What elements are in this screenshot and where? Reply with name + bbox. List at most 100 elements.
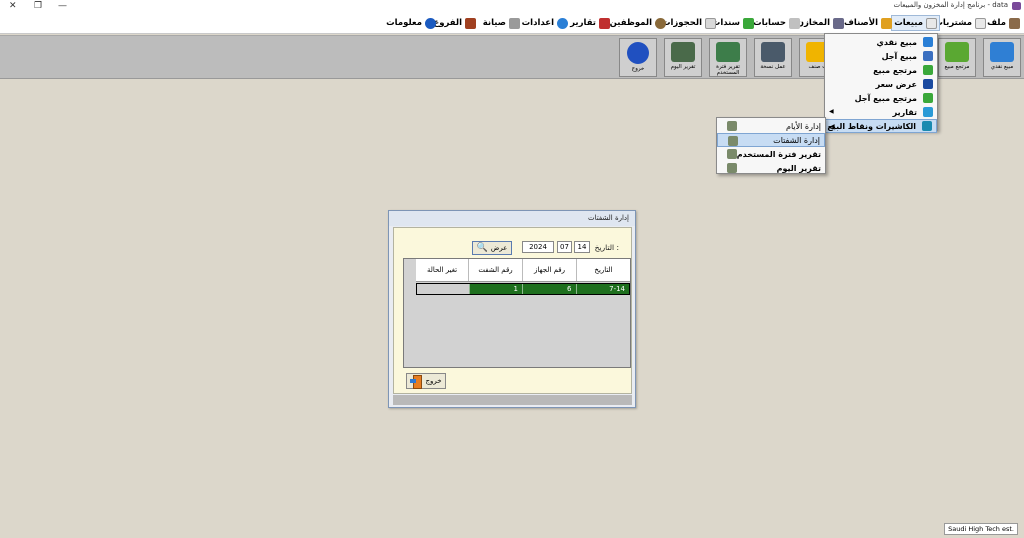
menu-accounts[interactable]: حسابات	[753, 15, 800, 31]
sales-return-icon	[923, 93, 933, 103]
menu-label: الفروع	[433, 18, 462, 28]
maintenance-icon	[509, 17, 520, 29]
menu-sales[interactable]: مبيعات	[891, 15, 940, 31]
document-icon	[975, 17, 986, 29]
menu-label: معلومات	[386, 18, 422, 28]
dialog-title: إدارة الشفتات	[389, 211, 635, 226]
minimize-button[interactable]: —	[58, 0, 67, 12]
cash-register-icon	[727, 149, 737, 159]
shift-management-dialog: إدارة الشفتات التاريخ : 14 07 2024 عرض 🔍…	[388, 210, 636, 408]
toolbar-label: مبيع نقدي	[990, 64, 1014, 70]
document-icon	[926, 17, 937, 29]
menu-item-label: تقارير	[892, 107, 917, 117]
menu-settings[interactable]: اعدادات	[522, 15, 568, 31]
lock-icon	[627, 42, 649, 64]
menu-vouchers[interactable]: سندات	[712, 15, 754, 31]
day-field[interactable]: 14	[574, 241, 590, 253]
cash-sale-toolbar-button[interactable]: مبيع نقدي	[983, 38, 1021, 77]
menu-label: الحجوزات	[661, 18, 702, 28]
close-button[interactable]: ✕	[9, 0, 17, 12]
submenu-arrow-icon: ◀	[829, 108, 834, 115]
menu-label: حسابات	[753, 18, 786, 28]
menu-label: سندات	[711, 18, 740, 28]
menu-label: اعدادات	[521, 18, 554, 28]
exit-button[interactable]: خروج	[406, 373, 446, 389]
exit-button-label: خروج	[425, 377, 442, 385]
menu-item-label: مبيع نقدي	[876, 37, 917, 47]
menu-label: مشتريات	[934, 18, 972, 28]
menu-item-cash-sale[interactable]: مبيع نقدي	[825, 35, 937, 49]
menu-item-label: إدارة الأيام	[785, 121, 821, 131]
user-period-report-toolbar-button[interactable]: تقرير فترة المستخدم	[709, 38, 747, 77]
toolbar-label: مرتجع مبيع	[944, 64, 970, 70]
daily-report-toolbar-button[interactable]: تقرير اليوم	[664, 38, 702, 77]
show-button-label: عرض	[490, 244, 508, 252]
menu-file[interactable]: ملف	[987, 15, 1020, 31]
cell-date: 7-14	[575, 284, 630, 294]
sales-return-toolbar-button[interactable]: مرتجع مبيع	[938, 38, 976, 77]
column-header-shift[interactable]: رقم الشفت	[468, 259, 522, 281]
reports-icon	[923, 107, 933, 117]
exit-toolbar-button[interactable]: خروج	[619, 38, 657, 77]
submenu-item-shifts[interactable]: إدارة الشفتات	[717, 133, 825, 147]
cell-shift: 1	[468, 284, 523, 294]
menu-purchases[interactable]: مشتريات	[934, 15, 986, 31]
cashier-submenu: إدارة الأيام إدارة الشفتات تقرير فترة ال…	[716, 117, 826, 174]
menu-branches[interactable]: الفروع	[433, 15, 476, 31]
warehouse-icon	[833, 17, 844, 29]
menu-item-credit-sale[interactable]: مبيع آجل	[825, 49, 937, 63]
menu-maintenance[interactable]: صيانة	[483, 15, 520, 31]
menu-item-label: عرض سعر	[875, 79, 917, 89]
menu-employees[interactable]: الموظفين	[610, 15, 666, 31]
menu-item-label: مرتجع مبيع آجل	[854, 93, 917, 103]
show-button[interactable]: عرض 🔍	[472, 241, 512, 255]
menu-item-credit-sales-return[interactable]: مرتجع مبيع آجل	[825, 91, 937, 105]
employee-icon	[655, 17, 666, 29]
menu-bar: ملف مشتريات مبيعات الأصناف المخازن حسابا…	[0, 12, 1024, 34]
menu-item-label: تقرير اليوم	[776, 163, 821, 173]
backup-toolbar-button[interactable]: عمل نسخة	[754, 38, 792, 77]
menu-label: مبيعات	[894, 18, 923, 28]
dialog-footer	[393, 395, 632, 405]
title-bar: ✕ ❐ — data - برنامج إدارة المخزون والمبي…	[0, 0, 1024, 12]
submenu-item-days[interactable]: إدارة الأيام	[717, 119, 825, 133]
menu-items[interactable]: الأصناف	[844, 15, 892, 31]
cash-sale-icon	[990, 42, 1014, 62]
column-header-date[interactable]: التاريخ	[576, 259, 630, 281]
receipt-icon	[743, 17, 754, 29]
menu-item-label: مبيع آجل	[881, 51, 917, 61]
menu-reports[interactable]: تقارير	[570, 15, 610, 31]
column-header-status[interactable]: تغير الحالة	[416, 259, 468, 281]
restore-button[interactable]: ❐	[34, 0, 42, 12]
report-icon	[599, 17, 610, 29]
reservation-icon	[705, 17, 716, 29]
menu-warehouses[interactable]: المخازن	[797, 15, 844, 31]
submenu-arrow-icon: ◀	[830, 123, 835, 130]
menu-label: الموظفين	[609, 18, 652, 28]
column-header-device[interactable]: رقم الجهاز	[522, 259, 576, 281]
cash-register-icon	[727, 121, 737, 131]
month-field[interactable]: 07	[557, 241, 572, 253]
toolbar-label: خروج	[631, 66, 645, 72]
table-row[interactable]: 7-14 6 1	[416, 283, 630, 295]
menu-item-cashiers[interactable]: الكاشيرات ونقاط البيع ◀	[825, 119, 937, 133]
window-title: data - برنامج إدارة المخزون والمبيعات	[893, 1, 1008, 9]
cash-register-icon	[671, 42, 695, 62]
menu-reservations[interactable]: الحجوزات	[662, 15, 716, 31]
menu-label: صيانة	[482, 18, 506, 28]
cell-status[interactable]	[416, 284, 469, 294]
menu-item-price-quote[interactable]: عرض سعر	[825, 77, 937, 91]
menu-item-sales-return[interactable]: مرتجع مبيع	[825, 63, 937, 77]
toolbar-label: تقرير فترة المستخدم	[716, 64, 740, 76]
cash-sale-icon	[923, 37, 933, 47]
menu-info[interactable]: معلومات	[386, 15, 436, 31]
sales-return-icon	[945, 42, 969, 62]
submenu-item-user-period-report[interactable]: تقرير فترة المستخدم	[717, 147, 825, 161]
menu-item-reports[interactable]: تقارير ◀	[825, 105, 937, 119]
year-field[interactable]: 2024	[522, 241, 554, 253]
menu-item-label: الكاشيرات ونقاط البيع	[827, 121, 916, 131]
grid-header: التاريخ رقم الجهاز رقم الشفت تغير الحالة	[416, 259, 630, 282]
price-quote-icon	[923, 79, 933, 89]
submenu-item-daily-report[interactable]: تقرير اليوم	[717, 161, 825, 175]
search-icon: 🔍	[476, 243, 488, 253]
